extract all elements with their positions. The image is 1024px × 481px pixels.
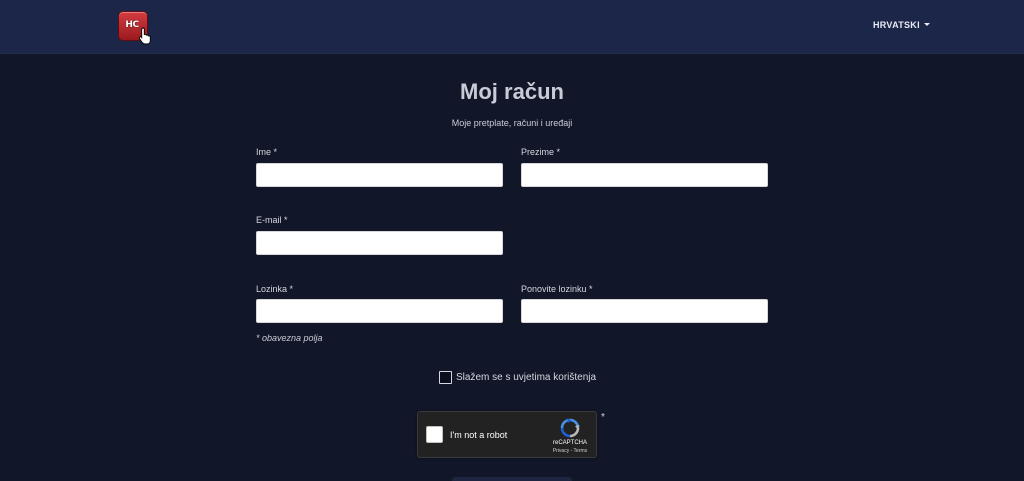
recaptcha-label: I'm not a robot [450, 430, 508, 440]
recaptcha-brand: reCAPTCHA [552, 440, 587, 446]
recaptcha-required-marker: * [601, 412, 605, 423]
language-label: HRVATSKI [873, 20, 920, 30]
password-label: Lozinka * [256, 284, 294, 294]
recaptcha-checkbox[interactable] [426, 426, 443, 443]
email-label: E-mail * [256, 215, 288, 225]
first-name-label: Ime * [256, 147, 278, 157]
submit-button-edge[interactable] [452, 477, 572, 481]
caret-down-icon [923, 23, 930, 27]
repeat-password-input[interactable] [521, 299, 768, 323]
last-name-label: Prezime * [521, 147, 561, 157]
required-fields-note: * obavezna polja [256, 333, 323, 343]
top-navbar: HC HRVATSKI [0, 0, 1024, 54]
language-selector[interactable]: HRVATSKI [873, 20, 930, 30]
app-logo[interactable]: HC [118, 11, 151, 45]
repeat-password-label: Ponovite lozinku * [521, 284, 593, 294]
password-input[interactable] [256, 299, 503, 323]
hand-cursor-icon [138, 27, 151, 45]
page-subtitle: Moje pretplate, računi i uređaji [451, 118, 573, 128]
page-title: Moj račun [460, 79, 564, 104]
recaptcha-logo-icon [560, 418, 580, 438]
last-name-input[interactable] [521, 163, 768, 187]
terms-label[interactable]: Slažem se s uvjetima korištenja [456, 372, 596, 383]
recaptcha-widget: I'm not a robot reCAPTCHA Privacy - Term… [417, 411, 597, 458]
terms-checkbox[interactable] [439, 371, 452, 384]
recaptcha-links[interactable]: Privacy - Terms [546, 448, 594, 454]
first-name-input[interactable] [256, 163, 503, 187]
email-input[interactable] [256, 231, 503, 255]
